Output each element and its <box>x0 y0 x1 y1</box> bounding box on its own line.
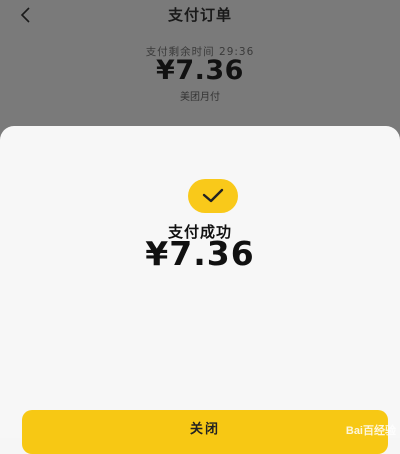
nav-bar: 支付订单 <box>0 0 400 30</box>
order-amount: ¥7.36 <box>156 55 244 86</box>
close-button[interactable]: 关闭 <box>22 410 388 454</box>
check-icon <box>202 188 224 203</box>
success-badge <box>188 179 238 213</box>
payment-result-sheet: 支付成功 ¥7.36 关闭 <box>0 126 400 454</box>
paid-amount: ¥7.36 <box>145 234 255 273</box>
payment-method: 美团月付 <box>180 92 220 103</box>
watermark-logo: Bai百经验 <box>345 425 396 437</box>
page-title: 支付订单 <box>167 6 232 24</box>
close-button-label: 关闭 <box>189 422 220 437</box>
